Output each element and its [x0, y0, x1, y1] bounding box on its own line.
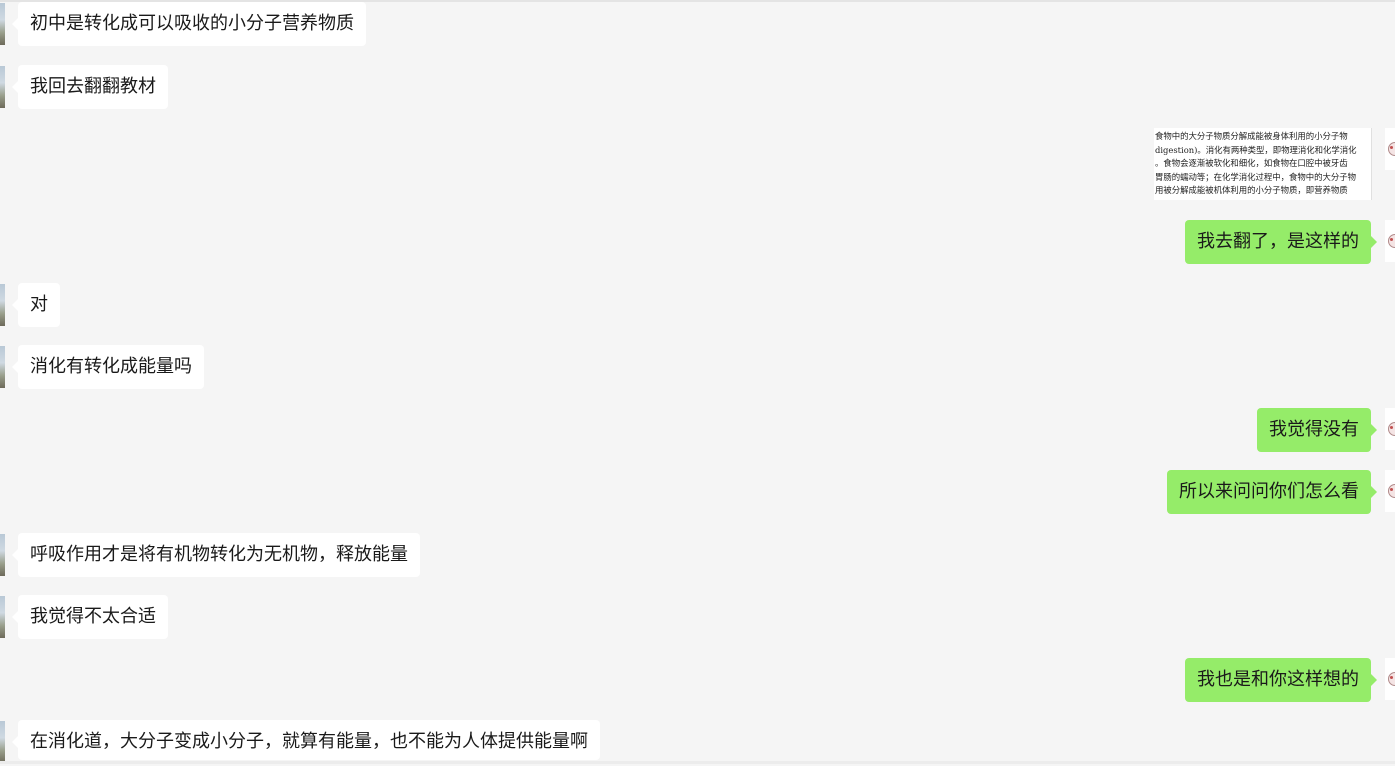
image-text-line: 胃肠的蠕动等；在化学消化过程中，食物中的大分子物	[1155, 171, 1356, 182]
cartoon-avatar-icon[interactable]	[1385, 128, 1395, 170]
message-bubble[interactable]: 我去翻了，是这样的	[1185, 220, 1377, 264]
message-bubble[interactable]: 消化有转化成能量吗	[12, 345, 204, 389]
avatar-bow-shape	[1390, 676, 1393, 679]
message-row-incoming: 我回去翻翻教材	[0, 65, 1395, 111]
cartoon-avatar-icon[interactable]	[1385, 470, 1395, 512]
message-row-outgoing: 我觉得没有	[0, 408, 1395, 454]
avatar-bow-shape	[1390, 426, 1393, 429]
avatar-face-shape	[1388, 672, 1395, 686]
avatar-bow-shape	[1390, 488, 1393, 491]
message-bubble[interactable]: 我也是和你这样想的	[1185, 658, 1377, 702]
message-row-outgoing: 我也是和你这样想的	[0, 658, 1395, 704]
avatar-face-shape	[1388, 484, 1395, 498]
cartoon-avatar-icon[interactable]	[1385, 220, 1395, 262]
landscape-avatar-icon[interactable]	[0, 534, 5, 576]
message-row-incoming: 呼吸作用才是将有机物转化为无机物，释放能量	[0, 533, 1395, 579]
message-bubble[interactable]: 我觉得没有	[1257, 408, 1377, 452]
message-row-incoming: 对	[0, 283, 1395, 329]
message-row-incoming: 初中是转化成可以吸收的小分子营养物质	[0, 2, 1395, 48]
message-bubble[interactable]: 所以来问问你们怎么看	[1167, 470, 1377, 514]
landscape-avatar-icon[interactable]	[0, 721, 5, 763]
textbook-image-message[interactable]: 食物中的大分子物质分解成能被身体利用的小分子物 digestion)。消化有两种…	[1154, 128, 1372, 200]
avatar-bow-shape	[1390, 146, 1393, 149]
message-bubble[interactable]: 初中是转化成可以吸收的小分子营养物质	[12, 2, 366, 46]
image-text-line: 食物中的大分子物质分解成能被身体利用的小分子物	[1155, 131, 1348, 141]
landscape-avatar-icon[interactable]	[0, 284, 5, 326]
image-text-line: 。食物会逐渐被软化和细化，如食物在口腔中被牙齿	[1155, 158, 1348, 169]
message-row-outgoing: 我去翻了，是这样的	[0, 220, 1395, 266]
avatar-face-shape	[1388, 422, 1395, 436]
cartoon-avatar-icon[interactable]	[1385, 408, 1395, 450]
message-row-incoming: 消化有转化成能量吗	[0, 345, 1395, 391]
message-bubble[interactable]: 呼吸作用才是将有机物转化为无机物，释放能量	[12, 533, 420, 577]
message-bubble[interactable]: 我觉得不太合适	[12, 595, 168, 639]
message-row-incoming: 在消化道，大分子变成小分子，就算有能量，也不能为人体提供能量啊	[0, 720, 1395, 766]
avatar-face-shape	[1388, 234, 1395, 248]
landscape-avatar-icon[interactable]	[0, 596, 5, 638]
message-bubble[interactable]: 我回去翻翻教材	[12, 65, 168, 109]
chat-message-list[interactable]: 初中是转化成可以吸收的小分子营养物质 我回去翻翻教材 食物中的大分子物质分解成能…	[0, 0, 1395, 764]
image-text-line: 用被分解成能被机体利用的小分子物质，即营养物质	[1155, 185, 1348, 196]
image-text-line: digestion)。消化有两种类型，即物理消化和化学消化	[1155, 144, 1357, 155]
message-bubble[interactable]: 对	[12, 283, 60, 327]
avatar-bow-shape	[1390, 238, 1393, 241]
message-row-outgoing: 所以来问问你们怎么看	[0, 470, 1395, 516]
landscape-avatar-icon[interactable]	[0, 346, 5, 388]
message-bubble[interactable]: 在消化道，大分子变成小分子，就算有能量，也不能为人体提供能量啊	[12, 720, 600, 760]
landscape-avatar-icon[interactable]	[0, 66, 5, 108]
avatar-face-shape	[1388, 142, 1395, 156]
landscape-avatar-icon[interactable]	[0, 3, 5, 45]
cartoon-avatar-icon[interactable]	[1385, 658, 1395, 700]
message-row-incoming: 我觉得不太合适	[0, 595, 1395, 641]
